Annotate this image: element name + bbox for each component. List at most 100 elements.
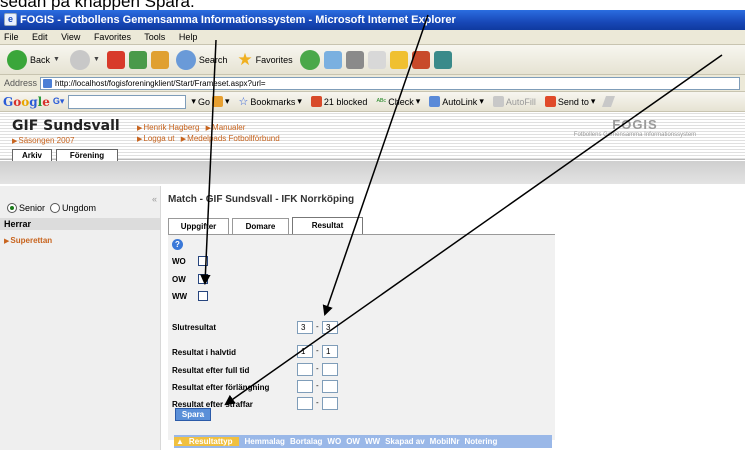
federation-link[interactable]: ▶Medelpads Fotbollförbund [181, 134, 280, 143]
col-hemmalag[interactable]: Hemmalag [244, 437, 284, 446]
fogis-logo: FOGIS Fotbollens Gemensamma Informations… [530, 117, 740, 138]
radio-senior-label: Senior [19, 203, 46, 213]
arrow-right-icon: ▶ [12, 138, 18, 145]
print-icon[interactable] [345, 50, 364, 69]
pencil-icon[interactable] [602, 96, 616, 107]
col-ww[interactable]: WW [365, 437, 380, 446]
col-ow[interactable]: OW [346, 437, 360, 446]
sidebar-item-superettan[interactable]: ▶Superettan [4, 236, 52, 245]
favorites-button[interactable]: ★ Favorites [234, 48, 295, 72]
chevron-down-icon: ▼ [53, 56, 60, 63]
ww-row: WW [172, 291, 208, 301]
radio-senior[interactable] [7, 203, 17, 213]
home-icon[interactable] [150, 50, 169, 69]
final-home-input[interactable]: 3 [297, 321, 313, 334]
penalties-home-input[interactable] [297, 397, 313, 410]
final-result-label: Slutresultat [172, 323, 217, 332]
history-icon[interactable] [299, 49, 320, 70]
sidebar-item-label: Superettan [10, 236, 53, 245]
search-button[interactable]: Search [173, 48, 231, 72]
save-button[interactable]: Spara [175, 408, 211, 421]
autolink-button[interactable]: AutoLink ▾ [429, 96, 484, 107]
sendto-button[interactable]: Send to ▾ [544, 96, 595, 107]
bookmarks-button[interactable]: ☆ Bookmarks ▾ [238, 95, 301, 108]
google-g-icon[interactable]: G▾ [53, 96, 65, 107]
col-notering[interactable]: Notering [464, 437, 497, 446]
edit-icon[interactable] [367, 50, 386, 69]
collapse-icon[interactable]: « [152, 194, 157, 204]
nav-band [0, 161, 745, 184]
age-group-selector: Senior Ungdom [7, 203, 96, 213]
fulltime-away-input[interactable] [322, 363, 338, 376]
col-skapad-av[interactable]: Skapad av [385, 437, 425, 446]
final-away-input[interactable]: 3 [322, 321, 338, 334]
halftime-away-input[interactable]: 1 [322, 345, 338, 358]
score-dash: - [316, 346, 319, 355]
fulltime-home-input[interactable] [297, 363, 313, 376]
menu-tools[interactable]: Tools [144, 32, 165, 42]
score-dash: - [316, 381, 319, 390]
sidebar: « Senior Ungdom Herrar ▶Superettan [0, 186, 161, 450]
tab-domare[interactable]: Domare [232, 218, 289, 234]
address-input[interactable]: http://localhost/fogisforeningklient/Sta… [40, 77, 740, 90]
menu-favorites[interactable]: Favorites [94, 32, 131, 42]
result-panel: ? WO OW WW Slutresultat 3 - 3 Resultat i… [168, 234, 555, 440]
back-arrow-icon [7, 49, 27, 70]
arrow-right-icon: ▶ [205, 125, 212, 132]
user-link[interactable]: ▶Henrik Hagberg [137, 123, 199, 132]
address-url: http://localhost/fogisforeningklient/Sta… [55, 79, 266, 88]
spellcheck-button[interactable]: ᴬᴮᶜ Check ▾ [376, 96, 420, 107]
help-icon[interactable]: ? [172, 239, 183, 250]
chevron-down-icon: ▼ [92, 56, 100, 63]
address-label: Address [4, 78, 38, 88]
ww-checkbox[interactable] [198, 291, 208, 301]
sort-icon: ▲ [176, 437, 184, 446]
logout-link[interactable]: ▶Logga ut [137, 134, 175, 143]
mail-icon[interactable] [323, 50, 342, 69]
favorites-label: Favorites [255, 54, 293, 65]
col-bortalag[interactable]: Bortalag [290, 437, 322, 446]
star-icon: ★ [237, 49, 253, 69]
main-content: Match - GIF Sundsvall - IFK Norrköping U… [165, 186, 745, 450]
back-button[interactable]: Back ▼ [4, 48, 63, 72]
brand-subtitle: Fotbollens Gemensamma Informationssystem [573, 132, 697, 138]
manual-link[interactable]: ▶Manualer [206, 123, 246, 132]
menu-edit[interactable]: Edit [32, 32, 48, 42]
menu-help[interactable]: Help [179, 32, 198, 42]
stop-icon[interactable] [106, 50, 125, 69]
google-search-input[interactable] [68, 94, 187, 109]
wo-checkbox[interactable] [198, 256, 208, 266]
refresh-icon[interactable] [128, 50, 147, 69]
extratime-away-input[interactable] [322, 380, 338, 393]
ow-checkbox[interactable] [198, 274, 208, 284]
forward-button[interactable]: ▼ [67, 48, 103, 72]
arrow-right-icon: ▶ [180, 136, 187, 143]
autofill-button[interactable]: AutoFill [492, 96, 536, 107]
tab-resultat[interactable]: Resultat [292, 217, 363, 234]
halftime-home-input[interactable]: 1 [297, 345, 313, 358]
popup-blocker-button[interactable]: 21 blocked [310, 96, 367, 107]
user-label: Henrik Hagberg [143, 123, 200, 132]
col-wo[interactable]: WO [327, 437, 341, 446]
menu-view[interactable]: View [61, 32, 80, 42]
col-mobilnr[interactable]: MobilNr [430, 437, 460, 446]
extratime-home-input[interactable] [297, 380, 313, 393]
wo-row: WO [172, 256, 208, 266]
check-label: Check [388, 96, 414, 107]
address-bar: Address http://localhost/fogisforeningkl… [0, 75, 745, 92]
menu-bar: File Edit View Favorites Tools Help [0, 30, 745, 45]
col-resultattyp[interactable]: ▲ Resultattyp [174, 437, 240, 446]
go-button[interactable]: ▾ Go ▾ [191, 96, 229, 107]
club-name: GIF Sundsvall [12, 118, 120, 134]
autofill-icon [492, 96, 504, 107]
folder-icon[interactable] [389, 50, 408, 69]
logout-label: Logga ut [143, 134, 175, 143]
ow-label: OW [172, 274, 186, 284]
tab-uppgifter[interactable]: Uppgifter [168, 218, 229, 234]
menu-file[interactable]: File [4, 32, 19, 42]
season-link[interactable]: ▶Säsongen 2007 [12, 136, 74, 145]
penalties-away-input[interactable] [322, 397, 338, 410]
radio-youth[interactable] [50, 203, 61, 213]
research-icon[interactable] [411, 50, 430, 69]
messenger-icon[interactable] [433, 50, 452, 69]
